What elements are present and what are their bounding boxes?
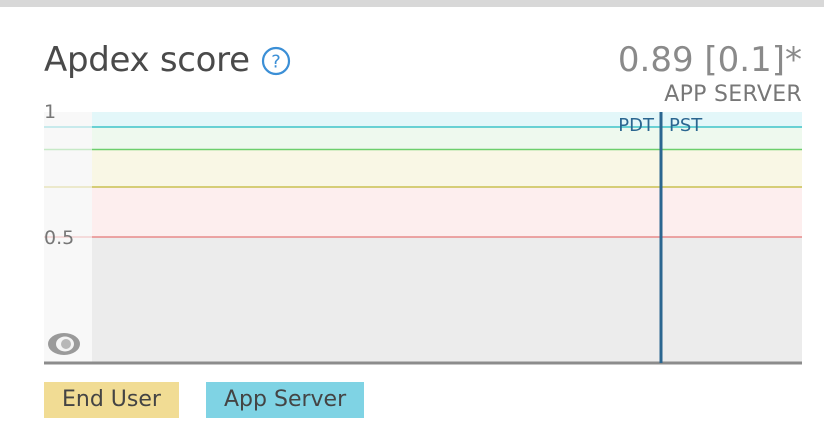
top-divider [0, 0, 824, 7]
apdex-band-poor [92, 187, 802, 237]
timezone-left-label: PDT [618, 115, 655, 136]
apdex-band-unacceptable [92, 237, 802, 362]
y-tick-label: 0.5 [44, 227, 74, 249]
widget-title: Apdex score [44, 40, 250, 80]
svg-text:?: ? [271, 52, 281, 73]
legend-end-user[interactable]: End User [44, 382, 179, 418]
apdex-band-fair [92, 149, 802, 187]
apdex-chart: 1 0.5 PDT PST [44, 101, 802, 365]
timezone-right-label: PST [669, 115, 703, 136]
y-tick-label: 1 [44, 101, 56, 123]
question-circle-icon[interactable]: ? [260, 45, 292, 77]
legend-app-server[interactable]: App Server [206, 382, 365, 418]
eye-toggle-icon[interactable] [48, 333, 80, 355]
apdex-score-value: 0.89 [0.1]* [617, 40, 802, 80]
